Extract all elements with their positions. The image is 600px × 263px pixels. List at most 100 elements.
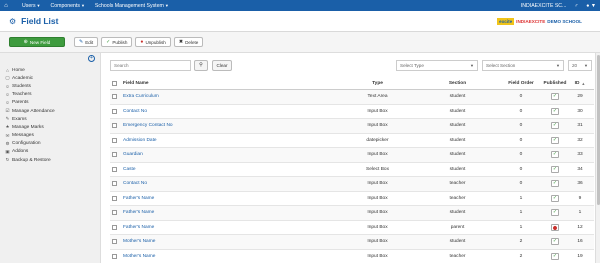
row-checkbox[interactable] bbox=[112, 181, 117, 187]
field-name-link[interactable]: Father's Name bbox=[123, 225, 154, 230]
field-name-link[interactable]: Father's Name bbox=[123, 196, 154, 201]
field-section: student bbox=[449, 166, 466, 172]
row-checkbox[interactable] bbox=[112, 224, 117, 230]
table-row: Father's Name Input Box parent 1 ⬤ 12 bbox=[110, 221, 594, 235]
select-type-dropdown[interactable]: Select Type ▼ bbox=[396, 60, 478, 71]
sidebar-item-label: Academic bbox=[12, 75, 34, 81]
sidebar-item-addons[interactable]: ▣ Addons bbox=[5, 148, 55, 156]
published-toggle[interactable]: ✓ bbox=[551, 122, 559, 130]
published-toggle[interactable]: ✓ bbox=[551, 194, 559, 202]
header-type[interactable]: Type bbox=[350, 78, 405, 89]
row-checkbox[interactable] bbox=[112, 123, 117, 129]
page-scrollbar[interactable] bbox=[595, 53, 600, 263]
field-name-link[interactable]: Admission Date bbox=[123, 138, 157, 143]
table-row: Contact No Input Box teacher 0 ✓ 36 bbox=[110, 177, 594, 192]
row-checkbox[interactable] bbox=[112, 195, 117, 201]
user-menu-icon[interactable]: ● ▼ bbox=[586, 3, 596, 9]
backup-icon: ↻ bbox=[5, 157, 10, 163]
clear-button[interactable]: Clear bbox=[212, 60, 232, 71]
check-icon: ✓ bbox=[106, 39, 111, 45]
published-toggle[interactable]: ✓ bbox=[551, 165, 559, 173]
sidebar-item-parents[interactable]: ☺ Parents bbox=[5, 99, 55, 107]
field-name-link[interactable]: Emergency Contact No bbox=[123, 123, 173, 128]
published-toggle[interactable]: ✓ bbox=[551, 151, 559, 159]
check-icon: ✓ bbox=[552, 238, 558, 245]
published-toggle[interactable]: ✓ bbox=[551, 136, 559, 144]
select-type-value: Select Type bbox=[400, 63, 424, 68]
field-name-link[interactable]: Extra Curriculum bbox=[123, 94, 159, 99]
new-field-button[interactable]: ⊕ New Field bbox=[9, 37, 65, 47]
published-toggle[interactable]: ✓ bbox=[551, 93, 559, 101]
sidebar-item-students[interactable]: ☺ Students bbox=[5, 82, 55, 90]
select-section-dropdown[interactable]: Select Section ▼ bbox=[482, 60, 564, 71]
menu-components[interactable]: Components ▼ bbox=[51, 3, 85, 9]
published-toggle[interactable]: ✓ bbox=[551, 238, 559, 246]
row-checkbox[interactable] bbox=[112, 210, 117, 216]
published-toggle[interactable]: ✓ bbox=[551, 107, 559, 115]
sidebar-item-home[interactable]: ⌂ Home bbox=[5, 66, 55, 74]
field-name-link[interactable]: Caste bbox=[123, 167, 136, 172]
field-name-link[interactable]: Guardian bbox=[123, 152, 143, 157]
field-type: Input Box bbox=[367, 195, 388, 201]
sidebar-item-configuration[interactable]: ⚙ Configuration bbox=[5, 140, 55, 148]
field-section: student bbox=[449, 239, 466, 245]
header-id[interactable]: ID ▲ bbox=[570, 78, 590, 89]
sidebar-item-teachers[interactable]: ☺ Teachers bbox=[5, 91, 55, 99]
published-toggle[interactable]: ✓ bbox=[551, 209, 559, 217]
header-type-label: Type bbox=[372, 81, 383, 86]
sidebar-item-manage-marks[interactable]: ★ Manage Marks bbox=[5, 123, 55, 131]
field-name-link[interactable]: Contact No bbox=[123, 181, 147, 186]
sidebar-item-label: Exams bbox=[12, 116, 27, 122]
search-button[interactable]: ⚲ bbox=[194, 60, 208, 71]
header-field-name[interactable]: Field Name bbox=[123, 78, 313, 89]
field-name-link[interactable]: Mother's Name bbox=[123, 239, 155, 244]
field-name-link[interactable]: Contact No bbox=[123, 109, 147, 114]
sidebar-toggle-icon[interactable]: + bbox=[88, 55, 95, 62]
unpublish-button[interactable]: ● Unpublish bbox=[135, 37, 171, 47]
field-section: student bbox=[449, 94, 466, 100]
row-checkbox[interactable] bbox=[112, 239, 117, 245]
menu-users[interactable]: Users ▼ bbox=[22, 3, 41, 9]
sidebar-item-manage-attendance[interactable]: ☑ Manage Attendance bbox=[5, 107, 54, 115]
configuration-icon: ⚙ bbox=[5, 140, 10, 146]
unpublished-toggle[interactable]: ⬤ bbox=[551, 223, 559, 231]
delete-button[interactable]: ✖ Delete bbox=[173, 37, 204, 47]
sidebar-item-exams[interactable]: ✎ Exams bbox=[5, 115, 55, 123]
sidebar-item-messages[interactable]: ✉ Messages bbox=[5, 132, 55, 140]
limit-dropdown[interactable]: 20 ▼ bbox=[568, 60, 592, 71]
row-checkbox[interactable] bbox=[112, 94, 117, 100]
publish-button[interactable]: ✓ Publish bbox=[101, 37, 133, 47]
header-field-order[interactable]: Field Order bbox=[496, 78, 546, 89]
field-name-link[interactable]: Father's Name bbox=[123, 210, 154, 215]
row-checkbox[interactable] bbox=[112, 137, 117, 143]
joomla-icon[interactable]: ♂ bbox=[574, 3, 578, 9]
header-section[interactable]: Section bbox=[430, 78, 485, 89]
header-published[interactable]: Published bbox=[542, 78, 568, 89]
edit-icon: ✎ bbox=[79, 39, 84, 45]
published-toggle[interactable]: ✓ bbox=[551, 252, 559, 260]
edit-button[interactable]: ✎ Edit bbox=[74, 37, 99, 47]
logo-brand: INDIAEXCITE bbox=[516, 18, 546, 24]
published-toggle[interactable]: ✓ bbox=[551, 180, 559, 188]
sidebar-item-backup-restore[interactable]: ↻ Backup & Restore bbox=[5, 156, 55, 164]
field-type: Input Box bbox=[367, 152, 388, 158]
search-input[interactable] bbox=[110, 60, 191, 71]
sidebar-item-label: Manage Marks bbox=[12, 124, 44, 130]
field-name-link[interactable]: Mother's Name bbox=[123, 254, 155, 259]
field-id: 29 bbox=[577, 94, 583, 100]
row-checkbox[interactable] bbox=[112, 152, 117, 158]
site-name-link[interactable]: INDIAEXCITE SC... bbox=[521, 3, 567, 9]
select-all-checkbox[interactable] bbox=[112, 81, 117, 86]
new-field-label: New Field bbox=[29, 39, 51, 45]
row-checkbox[interactable] bbox=[112, 108, 117, 114]
page-header: ⚙ Field List excite INDIAEXCITE DEMO SCH… bbox=[0, 11, 600, 32]
exams-icon: ✎ bbox=[5, 116, 10, 122]
field-id: 9 bbox=[578, 195, 582, 201]
row-checkbox[interactable] bbox=[112, 166, 117, 172]
row-checkbox[interactable] bbox=[112, 253, 117, 259]
field-order: 0 bbox=[519, 181, 523, 187]
field-order: 0 bbox=[519, 137, 523, 143]
sidebar-item-academic[interactable]: ▢ Academic bbox=[5, 74, 55, 82]
home-icon[interactable]: ⌂ bbox=[0, 3, 12, 9]
menu-schools-management[interactable]: Schools Management System ▼ bbox=[95, 3, 169, 9]
